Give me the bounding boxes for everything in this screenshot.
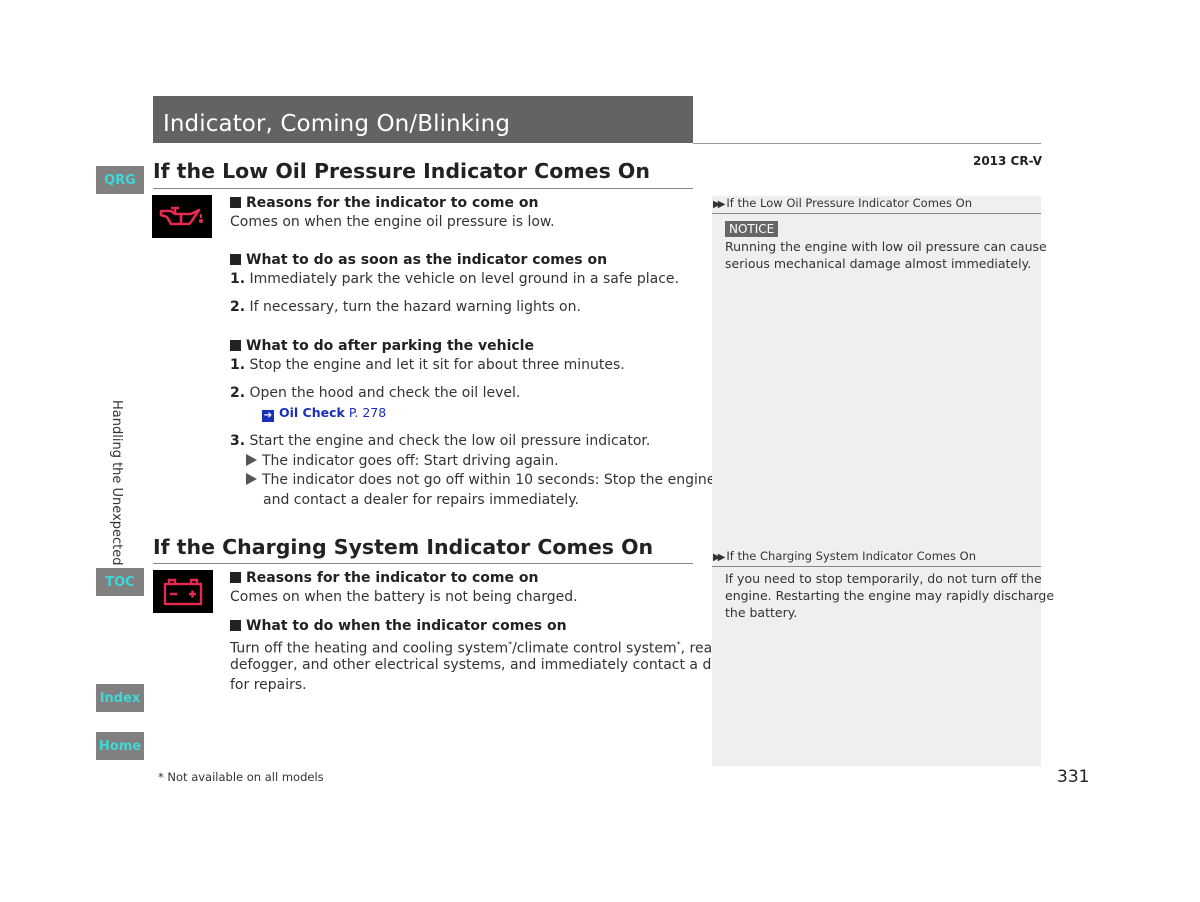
- oil-asap-heading-text: What to do as soon as the indicator come…: [246, 252, 608, 268]
- oil-note-text: Running the engine with low oil pressure…: [725, 238, 1047, 272]
- charging-todo-heading-text: What to do when the indicator comes on: [246, 618, 567, 634]
- double-chevron-icon: ▶▶: [713, 199, 726, 210]
- oil-pressure-indicator: [152, 195, 212, 238]
- oil-asap-heading: What to do as soon as the indicator come…: [230, 252, 607, 268]
- oil-reasons-text: Comes on when the engine oil pressure is…: [230, 214, 555, 230]
- section-label-text: Handling the Unexpected: [109, 400, 124, 566]
- oil-after-heading: What to do after parking the vehicle: [230, 338, 534, 354]
- oil-reasons-heading: Reasons for the indicator to come on: [230, 195, 538, 211]
- note-line: the battery.: [725, 605, 798, 620]
- step-number: 3.: [230, 433, 246, 449]
- step-text: Stop the engine and let it sit for about…: [249, 357, 625, 373]
- charging-note-text: If you need to stop temporarily, do not …: [725, 570, 1054, 621]
- oil-note-rule: [712, 213, 1041, 214]
- arrow-right-icon: ➔: [262, 410, 274, 422]
- section-label: Handling the Unexpected: [109, 400, 135, 566]
- step-text: Immediately park the vehicle on level gr…: [249, 271, 679, 287]
- oil-result-continued: and contact a dealer for repairs immedia…: [263, 492, 579, 508]
- step-number: 1.: [230, 357, 246, 373]
- oil-after-step: 3. Start the engine and check the low oi…: [230, 431, 650, 451]
- note-line: If you need to stop temporarily, do not …: [725, 571, 1042, 586]
- bullet-square: [230, 197, 241, 208]
- oil-note-heading: ▶▶ If the Low Oil Pressure Indicator Come…: [713, 196, 972, 210]
- charging-todo-line: defogger, and other electrical systems, …: [230, 657, 747, 673]
- link-label: Oil Check: [279, 405, 345, 420]
- footnote: * Not available on all models: [158, 770, 324, 784]
- note-line: Running the engine with low oil pressure…: [725, 239, 1047, 254]
- note-line: engine. Restarting the engine may rapidl…: [725, 588, 1055, 603]
- oil-after-step: 1. Stop the engine and let it sit for ab…: [230, 355, 625, 375]
- oil-title-rule: [153, 188, 693, 189]
- result-text: The indicator goes off: Start driving ag…: [262, 453, 559, 469]
- oil-result-item: The indicator does not go off within 10 …: [246, 470, 715, 490]
- charging-section-title: If the Charging System Indicator Comes O…: [153, 535, 654, 559]
- oil-after-heading-text: What to do after parking the vehicle: [246, 338, 534, 354]
- step-number: 2.: [230, 299, 246, 315]
- charging-note-heading-text: If the Charging System Indicator Comes O…: [726, 549, 976, 563]
- charging-note-rule: [712, 566, 1041, 567]
- index-button[interactable]: Index: [96, 684, 144, 712]
- oil-reasons-heading-text: Reasons for the indicator to come on: [246, 195, 539, 211]
- step-text: If necessary, turn the hazard warning li…: [249, 299, 581, 315]
- charging-todo-line: for repairs.: [230, 677, 307, 693]
- triangle-right-icon: [246, 473, 257, 485]
- charging-todo-heading: What to do when the indicator comes on: [230, 618, 567, 634]
- note-line: serious mechanical damage almost immedia…: [725, 256, 1032, 271]
- notice-badge: NOTICE: [725, 221, 779, 237]
- page-number: 331: [1057, 767, 1090, 787]
- oil-result-item: The indicator goes off: Start driving ag…: [246, 451, 559, 471]
- step-number: 2.: [230, 385, 246, 401]
- bullet-square: [230, 572, 241, 583]
- oil-note-heading-text: If the Low Oil Pressure Indicator Comes …: [726, 196, 972, 210]
- side-notes-panel: [712, 196, 1041, 766]
- model-label: 2013 CR-V: [972, 154, 1042, 168]
- step-text: Start the engine and check the low oil p…: [249, 433, 651, 449]
- bullet-square: [230, 620, 241, 631]
- oil-check-link[interactable]: ➔ Oil Check P. 278: [262, 405, 386, 422]
- home-button[interactable]: Home: [96, 732, 144, 760]
- bullet-square: [230, 254, 241, 265]
- oil-pressure-icon: [159, 206, 203, 225]
- bullet-square: [230, 340, 241, 351]
- chapter-title: Indicator, Coming On/Blinking: [163, 111, 511, 137]
- charging-title-rule: [153, 563, 693, 564]
- step-number: 1.: [230, 271, 246, 287]
- charging-reasons-heading: Reasons for the indicator to come on: [230, 570, 538, 586]
- charging-indicator: [153, 570, 213, 613]
- charging-note-heading: ▶▶ If the Charging System Indicator Comes…: [713, 549, 976, 563]
- oil-after-step: 2. Open the hood and check the oil level…: [230, 383, 520, 403]
- battery-icon: [163, 578, 203, 605]
- charging-reasons-text: Comes on when the battery is not being c…: [230, 589, 578, 605]
- result-text: The indicator does not go off within 10 …: [262, 472, 716, 488]
- oil-asap-step: 1. Immediately park the vehicle on level…: [230, 269, 679, 289]
- oil-asap-step: 2. If necessary, turn the hazard warning…: [230, 297, 581, 317]
- oil-section-title: If the Low Oil Pressure Indicator Comes …: [153, 159, 650, 183]
- triangle-right-icon: [246, 454, 257, 466]
- step-text: Open the hood and check the oil level.: [249, 385, 521, 401]
- charging-reasons-heading-text: Reasons for the indicator to come on: [246, 570, 539, 586]
- qrg-button[interactable]: QRG: [96, 166, 144, 194]
- link-page: P. 278: [348, 405, 387, 420]
- toc-button[interactable]: TOC: [96, 568, 144, 596]
- double-chevron-icon: ▶▶: [713, 552, 726, 563]
- header-rule: [693, 143, 1041, 144]
